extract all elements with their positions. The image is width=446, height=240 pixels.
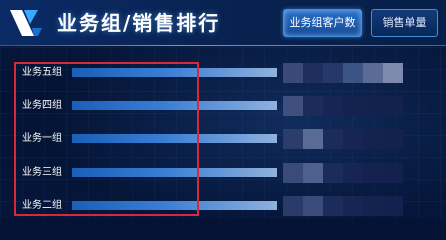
redacted-value-area [283,129,403,149]
redacted-tile [303,63,323,83]
redacted-tile [363,63,383,83]
redacted-value-area [283,63,403,83]
redacted-tile [283,196,303,216]
redacted-tile [363,163,383,183]
tab-group-customer-count[interactable]: 业务组客户数 [283,9,362,37]
redacted-tile [383,196,403,216]
sales-ranking-panel: 业务组/销售排行 业务组客户数 销售单量 业务五组 业务四组 业务一组 业务三组… [0,0,446,219]
redacted-tile [323,163,343,183]
redacted-tile [323,196,343,216]
redacted-tile [383,63,403,83]
redacted-tile [363,129,383,149]
redacted-tile [363,196,383,216]
redacted-tile [323,96,343,116]
highlight-annotation-box [14,62,199,216]
redacted-tile [283,63,303,83]
redacted-tile [323,63,343,83]
app-logo-icon [10,10,42,36]
redacted-tile [343,63,363,83]
redacted-tile [283,129,303,149]
redacted-tile [303,196,323,216]
redacted-tile [343,163,363,183]
redacted-tile [283,163,303,183]
redacted-tile [343,196,363,216]
redacted-tile [363,96,383,116]
redacted-tile [383,96,403,116]
tab-sales-order-volume[interactable]: 销售单量 [371,9,438,37]
redacted-value-area [283,196,403,216]
redacted-tile [343,129,363,149]
redacted-tile [283,96,303,116]
panel-title: 业务组/销售排行 [57,11,221,35]
redacted-tile [323,129,343,149]
redacted-value-area [283,96,403,116]
redacted-tile [383,163,403,183]
redacted-tile [303,96,323,116]
redacted-tile [383,129,403,149]
redacted-tile [303,129,323,149]
redacted-tile [343,96,363,116]
panel-header: 业务组/销售排行 业务组客户数 销售单量 [0,0,446,46]
redacted-value-area [283,163,403,183]
redacted-tile [303,163,323,183]
